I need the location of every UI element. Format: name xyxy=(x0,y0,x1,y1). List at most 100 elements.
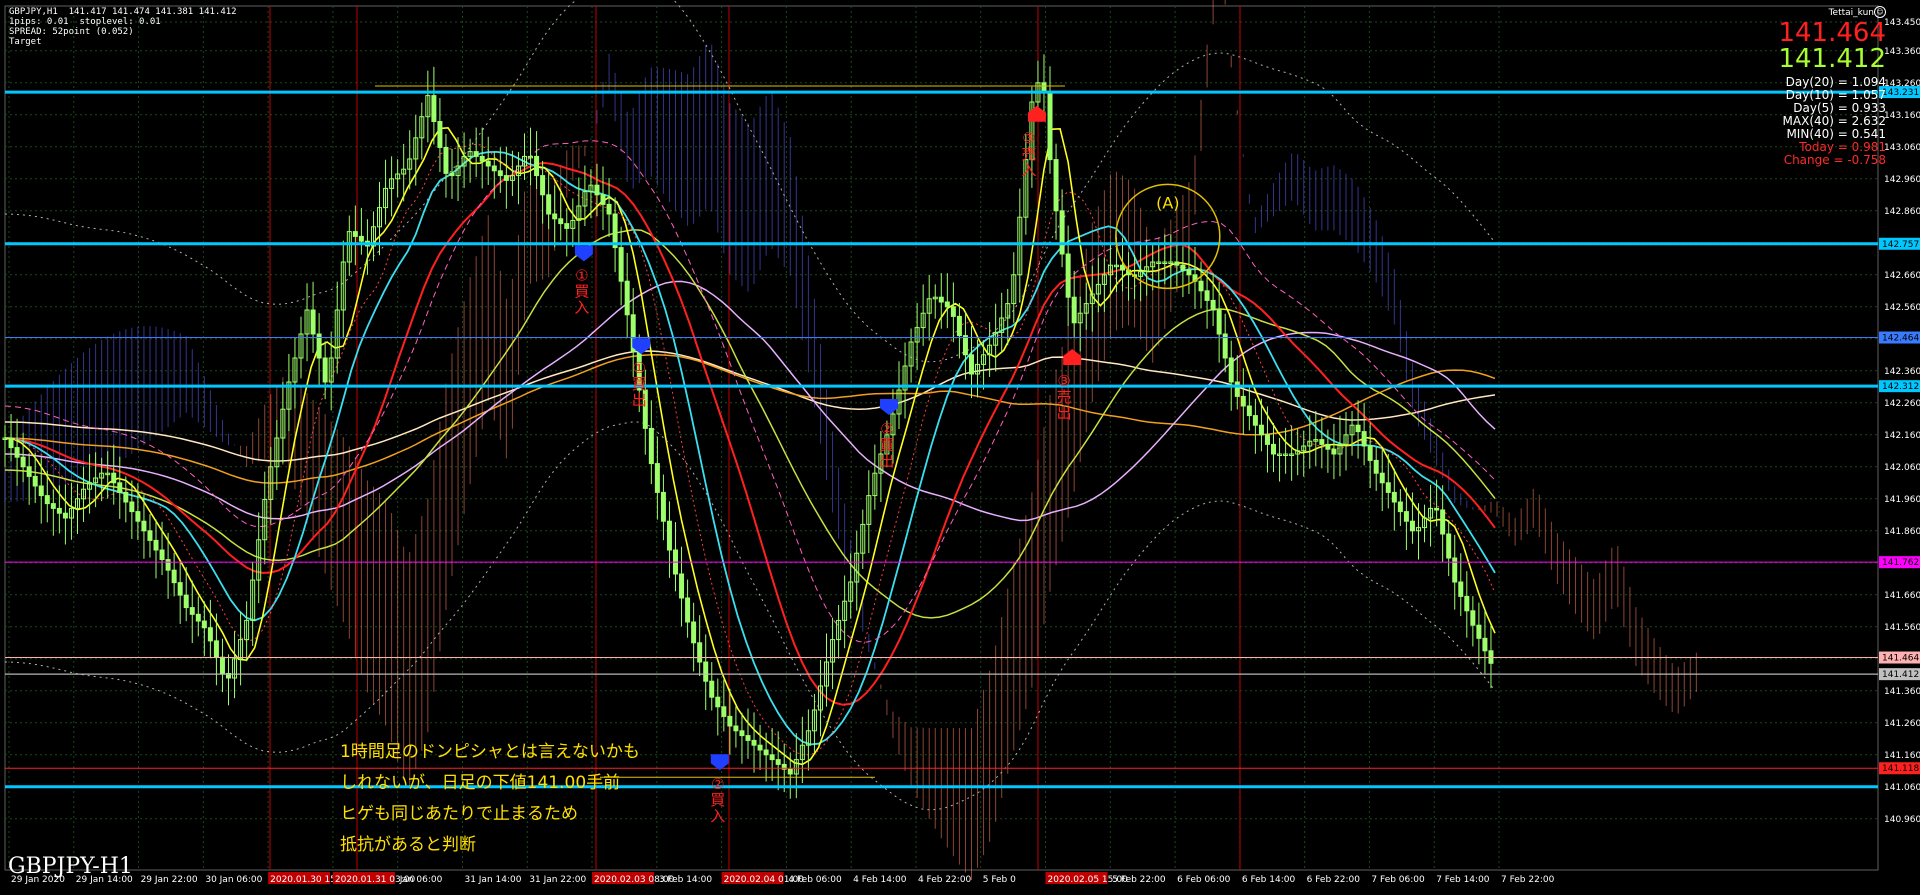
range-stats: Day(20) = 1.094 Day(10) = 1.057 Day(5) = 0… xyxy=(1783,76,1886,167)
candle-body xyxy=(1464,595,1470,612)
target-line: Target xyxy=(9,37,42,47)
candle-body xyxy=(654,463,660,493)
x-tick-label: 3 Feb 14:00 xyxy=(659,875,713,885)
candle-body xyxy=(219,656,225,675)
candle-body xyxy=(56,507,62,514)
candle-body xyxy=(310,309,316,335)
candle-body xyxy=(1482,637,1488,652)
y-tick-label: 142.060 xyxy=(1884,463,1920,473)
candle-body xyxy=(1397,501,1403,513)
signal-label-char: 入 xyxy=(710,807,725,825)
ma-olive-line xyxy=(4,229,1496,619)
candle-body xyxy=(660,491,666,522)
candle-body xyxy=(8,437,14,449)
candle-body xyxy=(1065,253,1071,298)
signal-marker xyxy=(1063,349,1082,365)
x-tick-label: 6 Feb 14:00 xyxy=(1242,875,1296,885)
price-level-label: 142.312 xyxy=(1882,382,1919,392)
y-tick-label: 141.160 xyxy=(1884,751,1920,761)
candle-body xyxy=(141,520,147,532)
candle-body xyxy=(1271,443,1277,455)
x-tick-label: 7 Feb 14:00 xyxy=(1436,875,1490,885)
x-tick-label: Jan 06:00 xyxy=(399,875,443,885)
x-tick-label: 7 Feb 06:00 xyxy=(1371,875,1425,885)
candle-body xyxy=(44,495,50,505)
candle-body xyxy=(703,661,709,682)
chart-area[interactable]: 143.450 143.360 143.260 143.160 143.060 142.9… xyxy=(0,0,1920,891)
candle-body xyxy=(763,749,769,756)
candle-body xyxy=(757,744,763,751)
candle-body xyxy=(1216,309,1222,335)
candle-body xyxy=(443,146,449,174)
candle-body xyxy=(1367,445,1373,461)
y-tick-label: 141.360 xyxy=(1884,687,1920,697)
candle-body xyxy=(50,503,56,509)
candle-body xyxy=(968,354,974,375)
candle-body xyxy=(721,706,727,717)
candle-body xyxy=(20,456,26,468)
price-level-label: 141.412 xyxy=(1882,670,1919,680)
candle-body xyxy=(153,539,159,551)
candle-body xyxy=(1240,395,1246,407)
candle-body xyxy=(666,520,672,551)
candle-body xyxy=(733,725,739,732)
candle-body xyxy=(1325,443,1331,450)
note-line: ヒゲも同じあたりで止まるため xyxy=(340,804,578,824)
candle-body xyxy=(962,335,968,356)
candle-body xyxy=(739,730,745,737)
candle-body xyxy=(534,155,540,177)
ma-orange-line xyxy=(4,354,1496,484)
x-tick-label: 6 Feb 06:00 xyxy=(1177,875,1231,885)
x-tick-label: 29 Jan 22:00 xyxy=(141,875,198,885)
candle-body xyxy=(38,485,44,497)
candle-body xyxy=(189,607,195,615)
candle-body xyxy=(1403,511,1409,522)
candle-body xyxy=(944,301,950,308)
candle-body xyxy=(449,172,455,177)
candle-body xyxy=(177,582,183,596)
signal-marker xyxy=(879,399,898,415)
signal-label-char: 入 xyxy=(1021,161,1036,179)
candle-body xyxy=(1331,448,1337,455)
candle-body xyxy=(1379,472,1385,484)
candle-body xyxy=(165,559,171,571)
envelope-upper xyxy=(4,0,1496,363)
candle-body xyxy=(183,594,189,609)
candle-body xyxy=(938,296,944,303)
candle-body xyxy=(1234,381,1240,397)
candle-body xyxy=(775,759,781,765)
ma-pink-line xyxy=(4,280,1496,522)
candle-body xyxy=(715,696,721,708)
x-tick-label: 6 Feb 22:00 xyxy=(1307,875,1361,885)
candle-body xyxy=(117,482,123,493)
candle-body xyxy=(1476,624,1482,639)
candle-body xyxy=(171,569,177,584)
candle-body xyxy=(62,512,68,519)
candle-body xyxy=(14,447,20,458)
bid-price: 141.464 xyxy=(1778,18,1886,48)
candle-body xyxy=(1434,507,1440,511)
y-tick-label: 142.560 xyxy=(1884,303,1920,313)
candle-body xyxy=(26,466,32,477)
ask-price: 141.412 xyxy=(1778,44,1886,74)
pips-line: 1pips: 0.01 stoplevel: 0.01 xyxy=(9,17,161,27)
candle-body xyxy=(709,680,715,698)
candle-body xyxy=(201,620,207,629)
candle-body xyxy=(135,511,141,522)
x-tick-label: 4 Feb 06:00 xyxy=(788,875,842,885)
candle-body xyxy=(1361,431,1367,447)
candle-body xyxy=(1409,520,1415,532)
candle-body xyxy=(147,530,153,541)
spread-line: SPREAD: 52point (0.052) xyxy=(9,27,134,37)
author-name: Tettai_kun xyxy=(1828,8,1874,18)
candle-body xyxy=(618,247,624,282)
candle-body xyxy=(648,427,654,465)
stat-line: Change = -0.758 xyxy=(1783,153,1886,167)
candle-body xyxy=(552,213,558,220)
candle-body xyxy=(195,613,201,622)
candle-body xyxy=(564,223,570,229)
candle-body xyxy=(503,175,509,181)
candle-body xyxy=(207,627,213,642)
y-tick-label: 140.960 xyxy=(1884,815,1920,825)
candle-body xyxy=(727,715,733,727)
